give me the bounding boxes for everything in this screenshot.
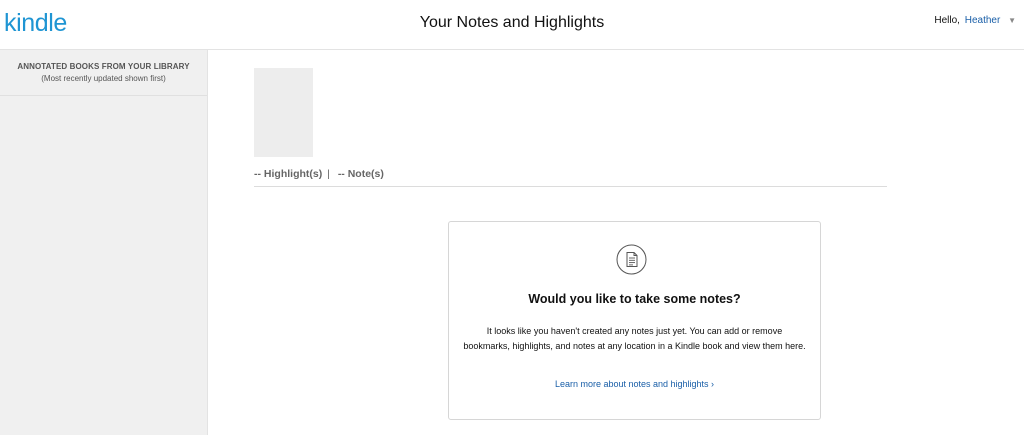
user-menu[interactable]: Hello, Heather ▼ xyxy=(934,15,1016,26)
empty-state-body: It looks like you haven't created any no… xyxy=(463,326,806,351)
section-divider xyxy=(254,186,887,187)
sidebar-header: ANNOTATED BOOKS FROM YOUR LIBRARY (Most … xyxy=(0,50,207,96)
greeting-text: Hello, xyxy=(934,15,960,26)
document-icon xyxy=(616,244,647,275)
page-title: Your Notes and Highlights xyxy=(419,14,605,31)
user-name-link[interactable]: Heather xyxy=(965,15,1001,26)
learn-more-link[interactable]: Learn more about notes and highlights › xyxy=(449,379,820,389)
notes-count: -- Note(s) xyxy=(337,168,384,180)
empty-state-card: Would you like to take some notes? It lo… xyxy=(448,221,821,420)
sidebar-title: ANNOTATED BOOKS FROM YOUR LIBRARY xyxy=(17,62,190,71)
empty-state-heading: Would you like to take some notes? xyxy=(528,292,741,306)
sidebar-subtitle: (Most recently updated shown first) xyxy=(41,74,166,83)
book-cover-placeholder xyxy=(254,68,313,157)
count-separator: | xyxy=(327,168,330,180)
top-bar: kindle Your Notes and Highlights Hello, … xyxy=(0,0,1024,50)
annotation-counts: -- Highlight(s) | -- Note(s) xyxy=(254,168,384,180)
chevron-down-icon[interactable]: ▼ xyxy=(1008,16,1016,25)
sidebar: ANNOTATED BOOKS FROM YOUR LIBRARY (Most … xyxy=(0,50,208,435)
highlights-count: -- Highlight(s) xyxy=(254,168,323,180)
